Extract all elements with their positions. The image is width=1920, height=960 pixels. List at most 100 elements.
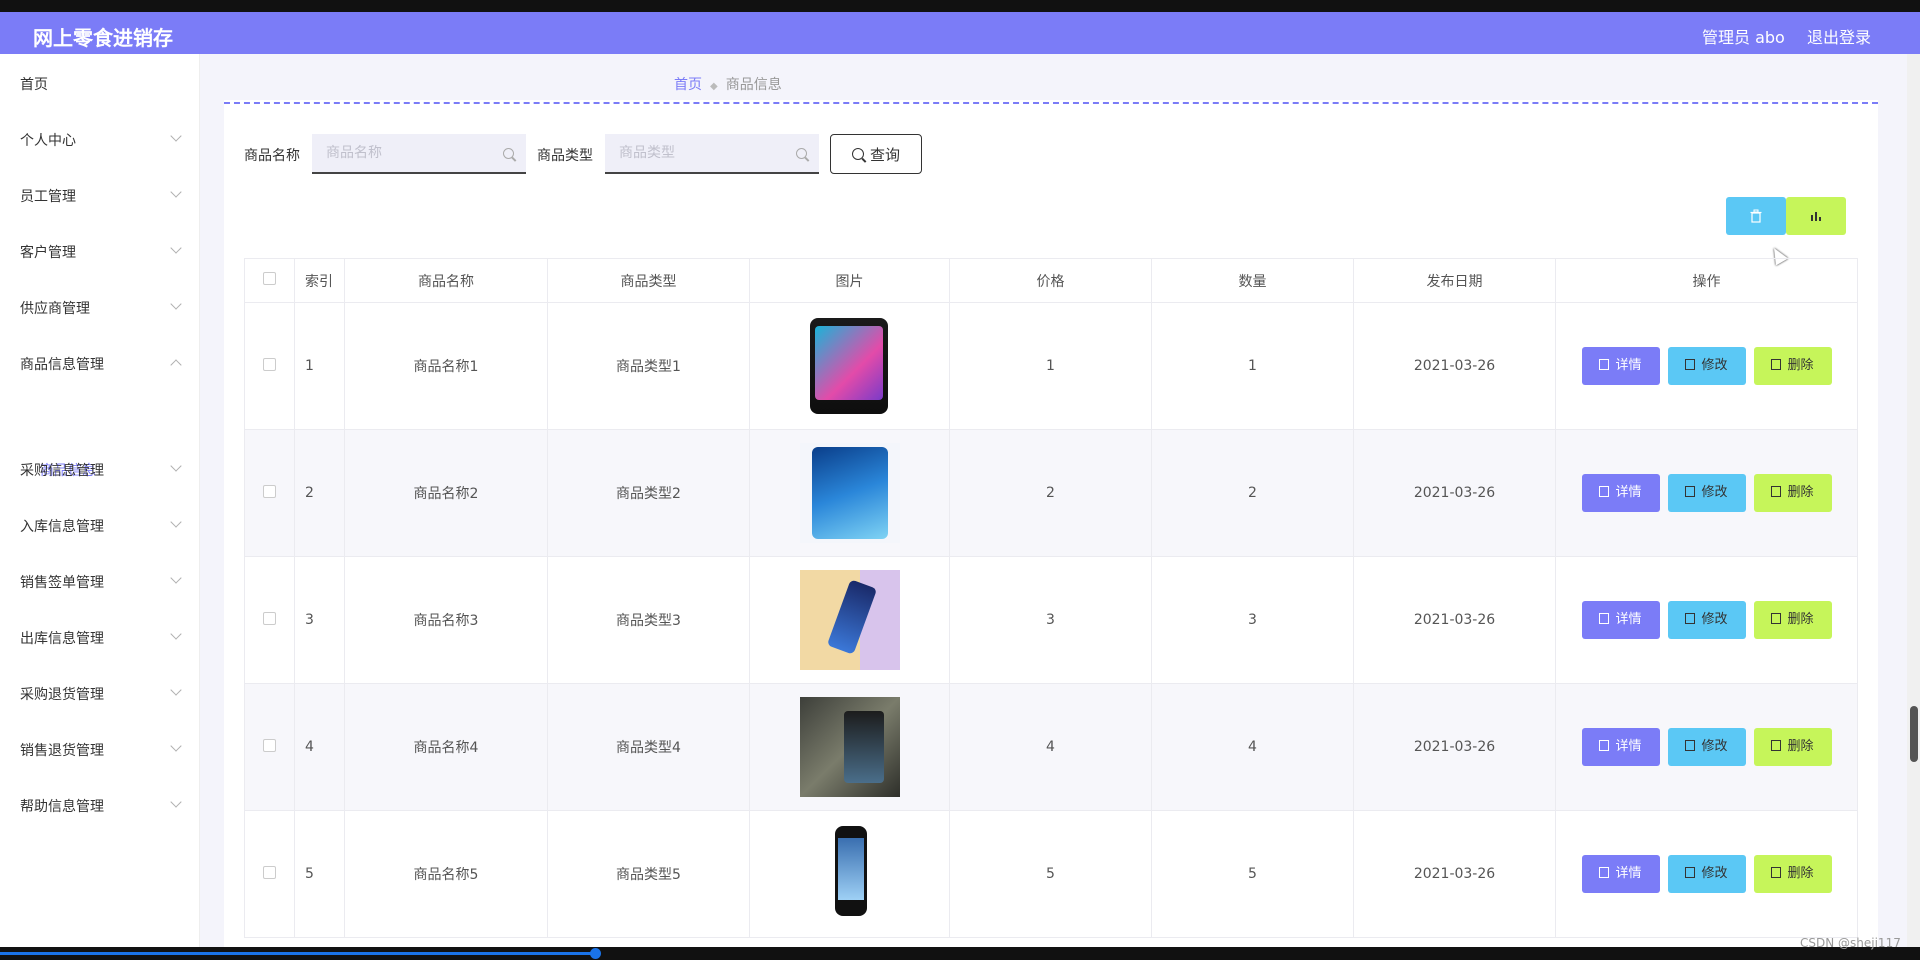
row-index: 2	[294, 429, 345, 557]
sidebar-item-purchases[interactable]: 采购信息管理	[20, 460, 182, 480]
edit-button[interactable]: 修改	[1667, 347, 1746, 385]
publish-date: 2021-03-26	[1353, 683, 1556, 811]
product-type-input[interactable]	[605, 134, 775, 172]
row-checkbox[interactable]	[263, 611, 276, 625]
logout-link[interactable]: 退出登录	[1807, 24, 1871, 48]
chevron-down-icon	[170, 628, 182, 640]
sidebar-item-label: 首页	[20, 77, 48, 93]
edit-button[interactable]: 修改	[1667, 855, 1746, 893]
product-price: 3	[949, 556, 1152, 684]
product-price: 5	[949, 810, 1152, 938]
delete-label: 删除	[1787, 866, 1814, 881]
column-header-type: 商品类型	[547, 258, 750, 303]
detail-button[interactable]: 详情	[1581, 347, 1660, 385]
product-image-cell	[749, 556, 950, 684]
sidebar-item-personal-center[interactable]: 个人中心	[20, 130, 182, 150]
batch-delete-button[interactable]	[1726, 197, 1786, 235]
edit-button[interactable]: 修改	[1667, 474, 1746, 512]
select-all-checkbox[interactable]	[263, 272, 276, 285]
product-quantity: 3	[1151, 556, 1354, 684]
edit-label: 修改	[1701, 739, 1728, 754]
delete-button[interactable]: 删除	[1753, 474, 1832, 512]
detail-button[interactable]: 详情	[1581, 601, 1660, 639]
sidebar-item-employees[interactable]: 员工管理	[20, 186, 182, 206]
product-table: 索引 商品名称 商品类型 图片 价格 数量 发布日期 操作 1 商品名称1 商品…	[244, 258, 1858, 938]
query-button-label: 查询	[869, 145, 900, 164]
sidebar-item-stock-in[interactable]: 入库信息管理	[20, 516, 182, 536]
edit-label: 修改	[1701, 612, 1728, 627]
row-select-cell	[244, 810, 295, 938]
product-name: 商品名称4	[344, 683, 548, 811]
statistics-button[interactable]	[1786, 197, 1846, 235]
breadcrumb-current: 商品信息	[725, 77, 782, 93]
chevron-down-icon	[170, 460, 182, 472]
sidebar-item-products[interactable]: 商品信息管理	[20, 354, 182, 374]
progress-knob[interactable]	[590, 948, 601, 959]
edit-button[interactable]: 修改	[1667, 728, 1746, 766]
breadcrumb-home[interactable]: 首页	[674, 77, 702, 93]
sidebar-item-label: 出库信息管理	[20, 631, 104, 647]
edit-label: 修改	[1701, 358, 1728, 373]
sidebar-item-sales-returns[interactable]: 销售退货管理	[20, 740, 182, 760]
breadcrumb-separator-icon: ◆	[710, 81, 718, 92]
sidebar-item-label: 销售签单管理	[20, 575, 104, 591]
detail-label: 详情	[1615, 485, 1642, 500]
sidebar-item-label: 采购退货管理	[20, 687, 104, 703]
sidebar-item-stock-out[interactable]: 出库信息管理	[20, 628, 182, 648]
pencil-icon	[1685, 740, 1696, 751]
sidebar: 首页 个人中心 员工管理 客户管理 供应商管理 商品信息管理 商品信息 采购信息…	[0, 54, 200, 947]
sidebar-item-label: 客户管理	[20, 245, 76, 261]
sidebar-item-label: 个人中心	[20, 133, 76, 149]
row-checkbox[interactable]	[263, 484, 276, 498]
sidebar-item-sales-orders[interactable]: 销售签单管理	[20, 572, 182, 592]
chevron-down-icon	[170, 684, 182, 696]
column-header-index: 索引	[294, 258, 345, 303]
row-checkbox[interactable]	[263, 738, 276, 752]
select-all-cell	[244, 258, 295, 303]
sidebar-item-home[interactable]: 首页	[20, 74, 180, 94]
row-checkbox[interactable]	[263, 357, 276, 371]
publish-date: 2021-03-26	[1353, 302, 1556, 430]
delete-button[interactable]: 删除	[1753, 601, 1832, 639]
product-quantity: 2	[1151, 429, 1354, 557]
detail-label: 详情	[1615, 612, 1642, 627]
product-name: 商品名称1	[344, 302, 548, 430]
detail-button[interactable]: 详情	[1581, 728, 1660, 766]
sidebar-item-label: 入库信息管理	[20, 519, 104, 535]
edit-button[interactable]: 修改	[1667, 601, 1746, 639]
chevron-down-icon	[170, 796, 182, 808]
header-bar: 网上零食进销存 管理员 abo 退出登录	[0, 12, 1920, 54]
sidebar-item-suppliers[interactable]: 供应商管理	[20, 298, 182, 318]
delete-button[interactable]: 删除	[1753, 347, 1832, 385]
row-select-cell	[244, 556, 295, 684]
product-quantity: 4	[1151, 683, 1354, 811]
scrollbar-thumb[interactable]	[1910, 706, 1918, 762]
sidebar-item-help[interactable]: 帮助信息管理	[20, 796, 182, 816]
edit-label: 修改	[1701, 866, 1728, 881]
row-checkbox[interactable]	[263, 865, 276, 879]
pencil-icon	[1685, 613, 1696, 624]
product-name-input[interactable]	[312, 134, 482, 172]
pencil-icon	[1685, 867, 1696, 878]
product-type: 商品类型4	[547, 683, 750, 811]
detail-button[interactable]: 详情	[1581, 855, 1660, 893]
query-button[interactable]: 查询	[830, 134, 922, 174]
actions-cell: 详情 修改 删除	[1555, 302, 1858, 430]
sidebar-item-customers[interactable]: 客户管理	[20, 242, 182, 262]
product-image	[799, 824, 900, 924]
product-quantity: 5	[1151, 810, 1354, 938]
delete-label: 删除	[1787, 485, 1814, 500]
product-image-cell	[749, 683, 950, 811]
video-progress-bar[interactable]	[0, 947, 1920, 960]
product-type: 商品类型5	[547, 810, 750, 938]
table-row: 5 商品名称5 商品类型5 5 5 2021-03-26 详情 修改 删除	[244, 810, 1858, 938]
document-icon	[1599, 359, 1610, 370]
app-title: 网上零食进销存	[33, 26, 173, 50]
table-row: 3 商品名称3 商品类型3 3 3 2021-03-26 详情 修改 删除	[244, 556, 1858, 684]
vertical-scrollbar[interactable]	[1907, 54, 1920, 947]
sidebar-item-purchase-returns[interactable]: 采购退货管理	[20, 684, 182, 704]
sidebar-item-label: 员工管理	[20, 189, 76, 205]
delete-button[interactable]: 删除	[1753, 855, 1832, 893]
delete-button[interactable]: 删除	[1753, 728, 1832, 766]
detail-button[interactable]: 详情	[1581, 474, 1660, 512]
